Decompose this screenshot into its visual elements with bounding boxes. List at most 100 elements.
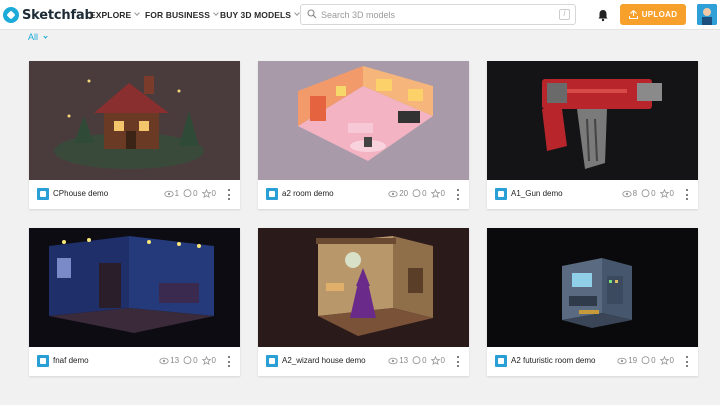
chevron-down-icon: [213, 10, 219, 16]
notifications-bell-icon[interactable]: [596, 8, 610, 22]
model-title[interactable]: A1_Gun demo: [511, 189, 563, 198]
model-card[interactable]: CPhouse demo 1 0 0: [29, 61, 240, 209]
nav-explore[interactable]: EXPLORE: [90, 0, 141, 30]
more-options-icon[interactable]: [685, 189, 689, 200]
nav-buy-3d-models[interactable]: BUY 3D MODELS: [220, 0, 300, 30]
comments-count: 0: [193, 189, 198, 198]
search-input[interactable]: [321, 7, 551, 22]
comment-icon: [641, 356, 650, 365]
views-stat: 20: [388, 189, 408, 198]
more-options-icon[interactable]: [227, 356, 231, 367]
sketchfab-logo[interactable]: Sketchfab: [3, 5, 94, 25]
model-thumbnail[interactable]: [29, 228, 240, 347]
more-options-icon[interactable]: [456, 189, 460, 200]
likes-count: 0: [211, 189, 216, 198]
search-shortcut-key: /: [559, 9, 570, 20]
nav-for-business[interactable]: FOR BUSINESS: [145, 0, 219, 30]
comments-count: 0: [651, 356, 656, 365]
model-thumbnail[interactable]: [487, 228, 698, 347]
eye-icon: [388, 190, 398, 197]
more-options-icon[interactable]: [227, 189, 231, 200]
model-type-icon: [495, 188, 507, 200]
likes-stat[interactable]: 0: [201, 189, 216, 198]
likes-stat[interactable]: 0: [201, 356, 216, 365]
card-footer: fnaf demo 13 0 0: [29, 347, 240, 376]
likes-stat[interactable]: 0: [430, 356, 445, 365]
views-stat: 1: [163, 189, 179, 198]
views-count: 20: [399, 189, 409, 198]
model-card[interactable]: a2 room demo 20 0 0: [258, 61, 469, 209]
likes-count: 0: [211, 356, 216, 365]
model-thumbnail[interactable]: [258, 61, 469, 180]
model-card[interactable]: A1_Gun demo 8 0 0: [487, 61, 698, 209]
comments-count: 0: [651, 189, 656, 198]
likes-stat[interactable]: 0: [659, 189, 674, 198]
model-title[interactable]: CPhouse demo: [53, 189, 108, 198]
upload-icon: [628, 10, 638, 19]
more-options-icon[interactable]: [456, 356, 460, 367]
user-avatar[interactable]: [697, 4, 717, 25]
card-footer: A2 futuristic room demo 19 0 0: [487, 347, 698, 376]
views-count: 13: [399, 356, 409, 365]
nav-buy-label: BUY 3D MODELS: [220, 10, 292, 20]
upload-button[interactable]: UPLOAD: [620, 4, 686, 25]
model-stats: 20 0 0: [384, 189, 445, 198]
nav-for-business-label: FOR BUSINESS: [145, 10, 210, 20]
comments-stat: 0: [641, 356, 656, 365]
model-type-icon: [495, 355, 507, 367]
comments-count: 0: [193, 356, 198, 365]
model-card[interactable]: A2 futuristic room demo 19 0 0: [487, 228, 698, 376]
star-icon: [659, 356, 669, 365]
comments-stat: 0: [412, 189, 427, 198]
brand-name: Sketchfab: [22, 7, 94, 23]
model-thumbnail[interactable]: [29, 61, 240, 180]
model-stats: 13 0 0: [384, 356, 445, 365]
model-card[interactable]: A2_wizard house demo 13 0 0: [258, 228, 469, 376]
comment-icon: [183, 189, 192, 198]
model-type-icon: [37, 355, 49, 367]
chevron-down-icon: [134, 10, 141, 16]
card-footer: CPhouse demo 1 0 0: [29, 180, 240, 209]
model-title[interactable]: fnaf demo: [53, 356, 89, 365]
card-footer: A1_Gun demo 8 0 0: [487, 180, 698, 209]
model-type-icon: [266, 188, 278, 200]
eye-icon: [163, 190, 174, 197]
views-stat: 8: [621, 189, 638, 198]
search-icon: [307, 9, 317, 19]
comment-icon: [183, 356, 192, 365]
likes-stat[interactable]: 0: [430, 189, 445, 198]
model-title[interactable]: A2_wizard house demo: [282, 356, 366, 365]
views-stat: 19: [617, 356, 637, 365]
views-count: 13: [170, 356, 180, 365]
comment-icon: [412, 356, 421, 365]
comment-icon: [641, 189, 650, 198]
more-options-icon[interactable]: [685, 356, 689, 367]
model-thumbnail[interactable]: [258, 228, 469, 347]
eye-icon: [617, 357, 627, 364]
star-icon: [430, 356, 440, 365]
nav-explore-label: EXPLORE: [90, 10, 132, 20]
likes-stat[interactable]: 0: [659, 356, 674, 365]
views-count: 8: [632, 189, 638, 198]
model-title[interactable]: a2 room demo: [282, 189, 334, 198]
comments-stat: 0: [412, 356, 427, 365]
model-stats: 13 0 0: [155, 356, 216, 365]
likes-count: 0: [669, 356, 674, 365]
comments-count: 0: [422, 356, 427, 365]
model-stats: 19 0 0: [613, 356, 674, 365]
likes-count: 0: [440, 189, 445, 198]
comments-stat: 0: [641, 189, 656, 198]
comments-stat: 0: [183, 356, 198, 365]
card-footer: A2_wizard house demo 13 0 0: [258, 347, 469, 376]
filter-dropdown[interactable]: All: [28, 32, 48, 42]
model-card[interactable]: fnaf demo 13 0 0: [29, 228, 240, 376]
model-title[interactable]: A2 futuristic room demo: [511, 356, 595, 365]
model-type-icon: [37, 188, 49, 200]
views-stat: 13: [388, 356, 408, 365]
star-icon: [201, 356, 211, 365]
eye-icon: [388, 357, 398, 364]
model-thumbnail[interactable]: [487, 61, 698, 180]
comment-icon: [412, 189, 421, 198]
card-footer: a2 room demo 20 0 0: [258, 180, 469, 209]
model-type-icon: [266, 355, 278, 367]
